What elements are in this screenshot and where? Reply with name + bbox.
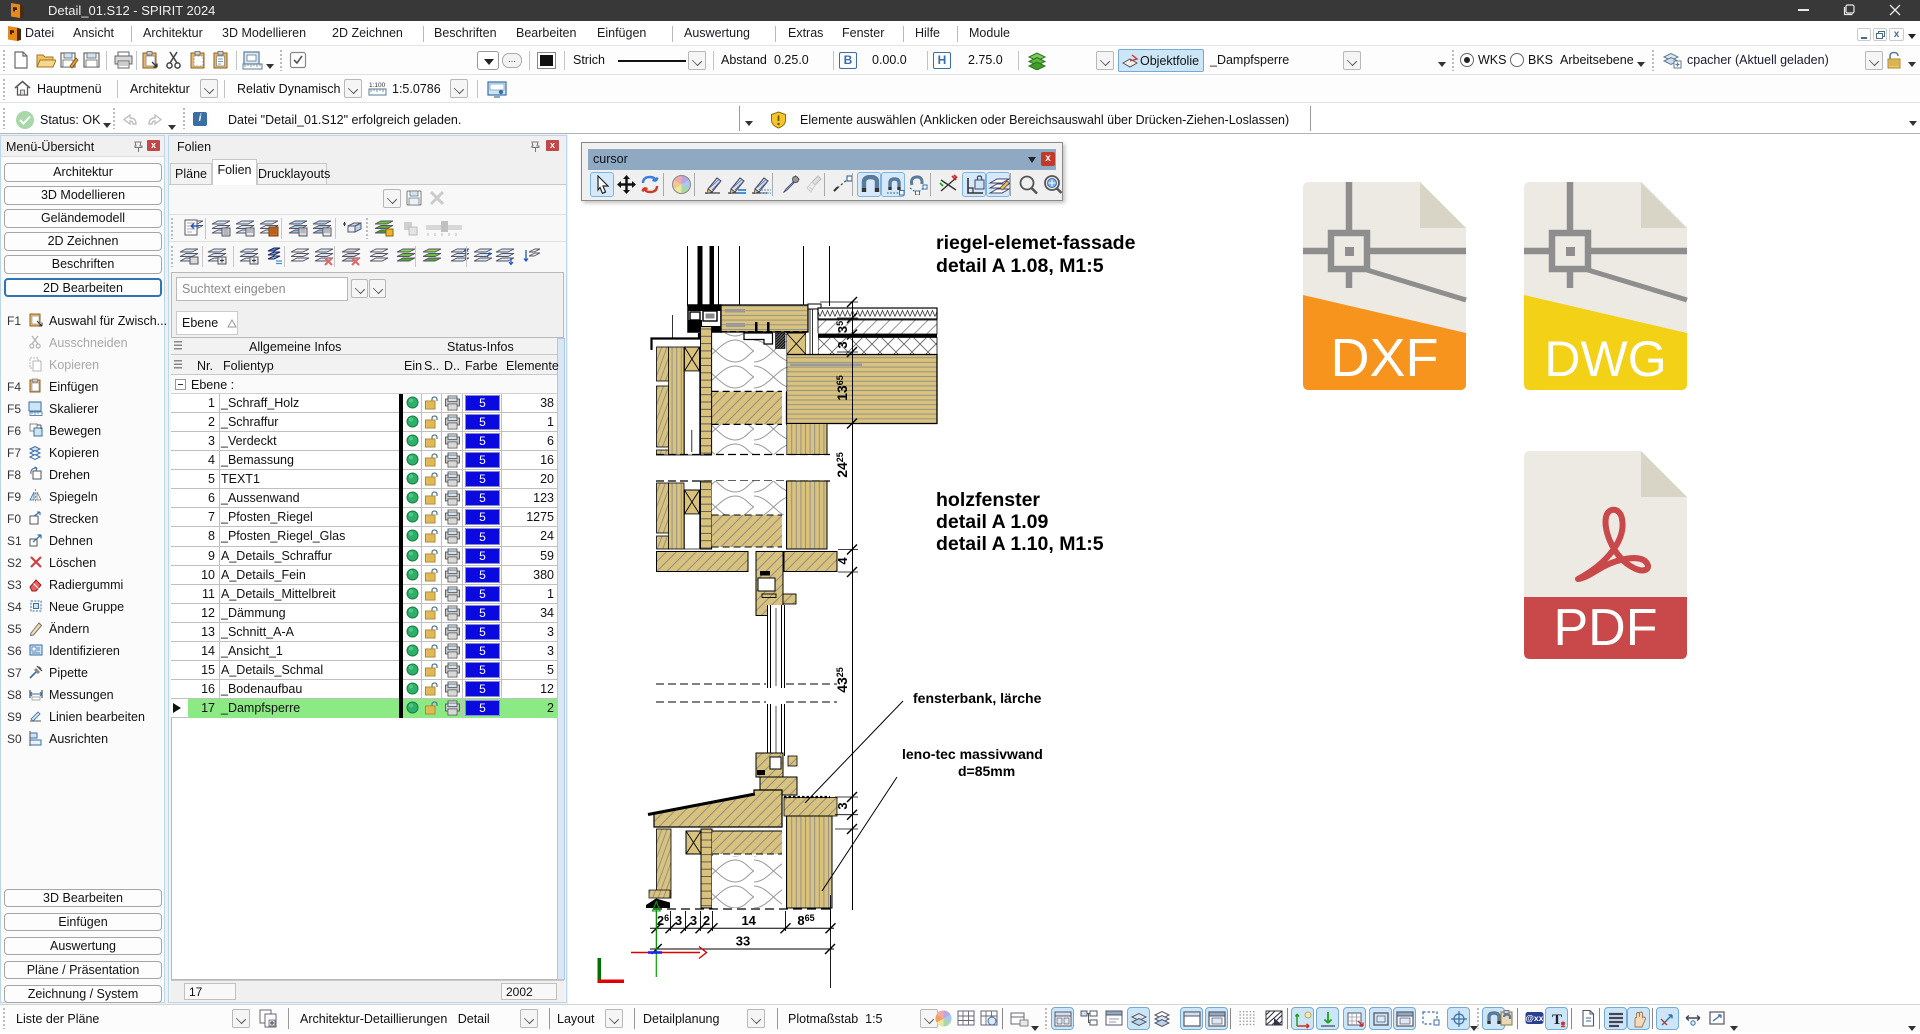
svg-text:@xx: @xx	[1526, 1013, 1544, 1023]
svg-text:PDF: PDF	[1554, 599, 1658, 657]
svg-text:1:100: 1:100	[369, 82, 386, 89]
svg-text:DXF: DXF	[1331, 328, 1439, 388]
svg-text:DWG: DWG	[1544, 331, 1666, 387]
svg-text:T: T	[1552, 1012, 1562, 1028]
